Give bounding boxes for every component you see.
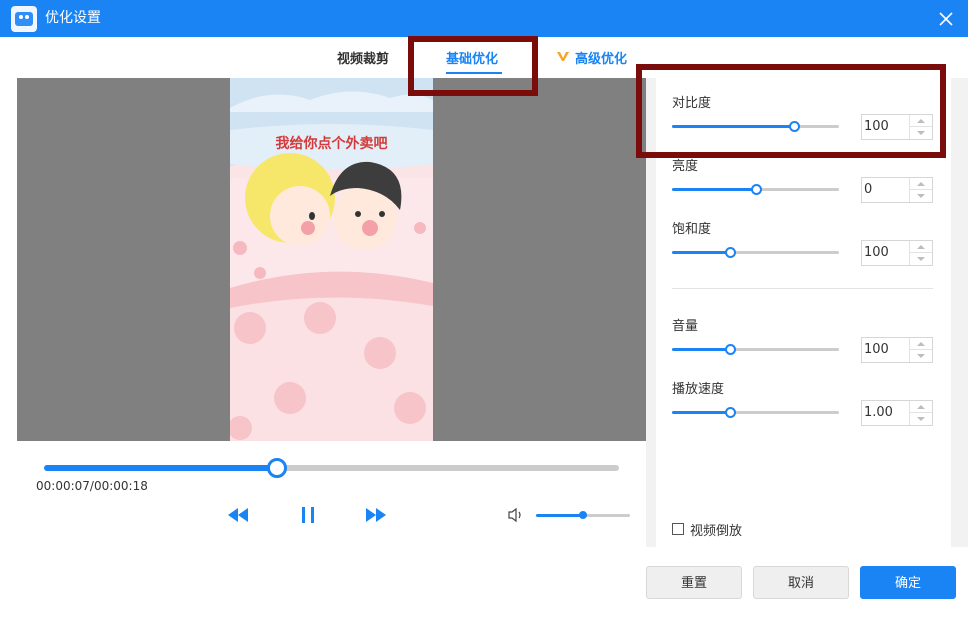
volume-decrement-button[interactable] xyxy=(910,350,932,362)
caret-down-icon xyxy=(917,194,925,198)
contrast-spinbox xyxy=(861,114,933,140)
reverse-video-label: 视频倒放 xyxy=(690,524,743,539)
progress-handle[interactable] xyxy=(266,458,287,478)
brightness-spin-buttons xyxy=(909,178,932,202)
vip-crown-icon xyxy=(557,52,569,61)
saturation-value-input[interactable] xyxy=(864,241,910,265)
window-title: 优化设置 xyxy=(45,10,101,26)
caret-up-icon xyxy=(917,182,925,186)
volume-spinbox xyxy=(861,337,933,363)
speed-increment-button[interactable] xyxy=(910,401,932,413)
saturation-decrement-button[interactable] xyxy=(910,253,932,265)
speed-spinbox xyxy=(861,400,933,426)
rewind-icon[interactable] xyxy=(226,503,250,527)
app-logo-icon xyxy=(11,6,37,32)
title-bar: 优化设置 xyxy=(0,0,968,37)
speed-slider-fill xyxy=(672,411,731,414)
close-icon[interactable] xyxy=(932,5,960,33)
caret-down-icon xyxy=(917,417,925,421)
volume-icon[interactable] xyxy=(507,507,525,523)
brightness-slider-handle[interactable] xyxy=(750,184,762,195)
saturation-slider[interactable] xyxy=(672,247,839,258)
speed-value-input[interactable] xyxy=(864,401,910,425)
contrast-spin-buttons xyxy=(909,115,932,139)
speed-decrement-button[interactable] xyxy=(910,413,932,425)
contrast-label: 对比度 xyxy=(672,96,712,111)
tab-basic-optimize[interactable]: 基础优化 xyxy=(446,48,498,67)
settings-divider xyxy=(672,288,933,289)
progress-bar[interactable] xyxy=(44,458,619,478)
fast-forward-icon[interactable] xyxy=(364,503,388,527)
cancel-button[interactable]: 取消 xyxy=(753,566,849,599)
volume-slider[interactable] xyxy=(536,511,630,519)
caret-down-icon xyxy=(917,131,925,135)
brightness-slider[interactable] xyxy=(672,184,839,195)
video-caption: 我给你点个外卖吧 xyxy=(275,136,388,152)
progress-fill xyxy=(44,465,277,471)
video-frame: 我给你点个外卖吧 xyxy=(230,78,433,441)
volume-label: 音量 xyxy=(672,319,699,334)
saturation-label: 饱和度 xyxy=(672,222,712,237)
contrast-decrement-button[interactable] xyxy=(910,127,932,139)
reset-button[interactable]: 重置 xyxy=(646,566,742,599)
brightness-label: 亮度 xyxy=(672,159,699,174)
confirm-button[interactable]: 确定 xyxy=(860,566,956,599)
caret-down-icon xyxy=(917,354,925,358)
volume-slider-fill xyxy=(672,348,731,351)
speed-spin-buttons xyxy=(909,401,932,425)
saturation-spin-buttons xyxy=(909,241,932,265)
brightness-spinbox xyxy=(861,177,933,203)
settings-panel xyxy=(656,78,951,547)
speed-label: 播放速度 xyxy=(672,382,725,397)
saturation-spinbox xyxy=(861,240,933,266)
brightness-slider-fill xyxy=(672,188,756,191)
saturation-increment-button[interactable] xyxy=(910,241,932,253)
tab-advanced-optimize[interactable]: 高级优化 xyxy=(575,48,627,67)
active-tab-underline xyxy=(446,72,502,74)
contrast-slider-handle[interactable] xyxy=(788,121,800,132)
player-controls: 00:00:07/00:00:18 xyxy=(17,441,646,547)
contrast-value-input[interactable] xyxy=(864,115,910,139)
volume-increment-button[interactable] xyxy=(910,338,932,350)
contrast-increment-button[interactable] xyxy=(910,115,932,127)
contrast-slider-fill xyxy=(672,125,794,128)
brightness-decrement-button[interactable] xyxy=(910,190,932,202)
brightness-increment-button[interactable] xyxy=(910,178,932,190)
speed-slider[interactable] xyxy=(672,407,839,418)
volume-handle[interactable] xyxy=(579,511,587,519)
brightness-value-input[interactable] xyxy=(864,178,910,202)
contrast-slider[interactable] xyxy=(672,121,839,132)
caret-down-icon xyxy=(917,257,925,261)
volume-spin-buttons xyxy=(909,338,932,362)
volume-fill xyxy=(536,514,583,517)
caret-up-icon xyxy=(917,405,925,409)
video-preview: 我给你点个外卖吧 xyxy=(17,78,646,441)
caret-up-icon xyxy=(917,342,925,346)
saturation-slider-fill xyxy=(672,251,731,254)
volume-slider[interactable] xyxy=(672,344,839,355)
volume-value-input[interactable] xyxy=(864,338,910,362)
timecode: 00:00:07/00:00:18 xyxy=(36,479,148,493)
caret-up-icon xyxy=(917,119,925,123)
pause-icon[interactable] xyxy=(296,503,320,527)
caret-up-icon xyxy=(917,245,925,249)
reverse-video-checkbox[interactable] xyxy=(672,523,684,535)
tab-video-crop[interactable]: 视频裁剪 xyxy=(337,48,389,67)
